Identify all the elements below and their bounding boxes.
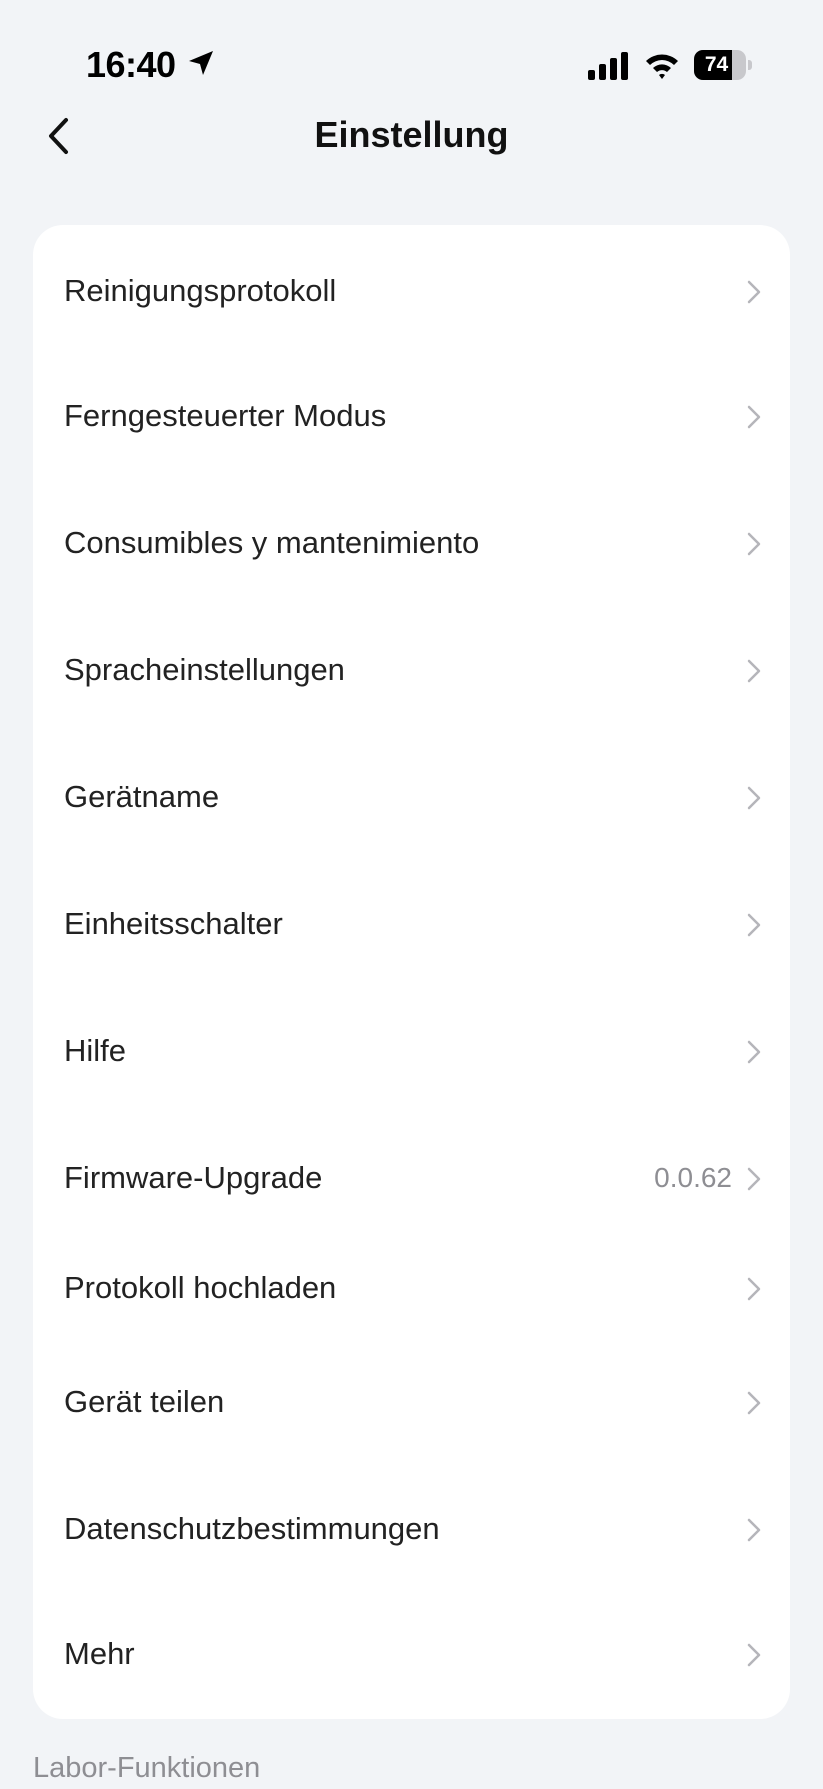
lab-functions-section-label: Labor-Funktionen	[33, 1752, 261, 1784]
chevron-right-icon	[747, 1040, 761, 1064]
settings-row-reinigungsprotokoll[interactable]: Reinigungsprotokoll	[33, 241, 790, 341]
row-label: Consumibles y mantenimiento	[64, 525, 480, 560]
row-label: Ferngesteuerter Modus	[64, 398, 387, 433]
chevron-right-icon	[747, 786, 761, 810]
chevron-right-icon	[747, 280, 761, 304]
settings-row-protokoll-hochladen[interactable]: Protokoll hochladen	[33, 1238, 790, 1338]
chevron-right-icon	[747, 405, 761, 429]
row-label: Gerät teilen	[64, 1384, 225, 1419]
row-label: Einheitsschalter	[64, 906, 283, 941]
status-time: 16:40	[86, 44, 176, 85]
chevron-right-icon	[747, 1277, 761, 1301]
settings-row-mehr[interactable]: Mehr	[33, 1604, 790, 1704]
settings-row-geraet-teilen[interactable]: Gerät teilen	[33, 1352, 790, 1452]
settings-row-datenschutz[interactable]: Datenschutzbestimmungen	[33, 1479, 790, 1579]
chevron-right-icon	[747, 1167, 761, 1191]
row-label: Gerätname	[64, 779, 220, 814]
settings-row-ferngesteuerter-modus[interactable]: Ferngesteuerter Modus	[33, 366, 790, 466]
chevron-right-icon	[747, 1391, 761, 1415]
row-label: Firmware-Upgrade	[64, 1160, 323, 1195]
battery-level-text: 74	[704, 53, 729, 76]
row-label: Reinigungsprotokoll	[64, 273, 337, 308]
row-label: Hilfe	[64, 1033, 127, 1068]
settings-row-spracheinstellungen[interactable]: Spracheinstellungen	[33, 620, 790, 720]
settings-row-geraetname[interactable]: Gerätname	[33, 747, 790, 847]
location-arrow-icon	[189, 51, 213, 75]
navigation-bar: Einstellung	[0, 100, 823, 172]
row-label: Datenschutzbestimmungen	[64, 1511, 440, 1546]
settings-row-hilfe[interactable]: Hilfe	[33, 1001, 790, 1101]
chevron-right-icon	[747, 1518, 761, 1542]
settings-row-firmware-upgrade[interactable]: Firmware-Upgrade 0.0.62	[33, 1128, 790, 1228]
wifi-icon	[646, 54, 678, 79]
row-label: Protokoll hochladen	[64, 1270, 337, 1305]
chevron-right-icon	[747, 659, 761, 683]
row-label: Mehr	[64, 1636, 135, 1671]
chevron-right-icon	[747, 1643, 761, 1667]
settings-row-einheitsschalter[interactable]: Einheitsschalter	[33, 874, 790, 974]
firmware-version: 0.0.62	[654, 1162, 732, 1193]
page-title: Einstellung	[314, 114, 509, 155]
row-label: Spracheinstellungen	[64, 652, 345, 687]
battery-indicator: 74	[694, 50, 752, 80]
cellular-signal-icon	[588, 52, 628, 80]
chevron-right-icon	[747, 532, 761, 556]
battery-body: 74	[694, 50, 746, 80]
settings-card: Reinigungsprotokoll Ferngesteuerter Modu…	[33, 225, 790, 1719]
battery-tip	[748, 60, 752, 70]
chevron-right-icon	[747, 913, 761, 937]
settings-row-consumibles[interactable]: Consumibles y mantenimiento	[33, 493, 790, 593]
